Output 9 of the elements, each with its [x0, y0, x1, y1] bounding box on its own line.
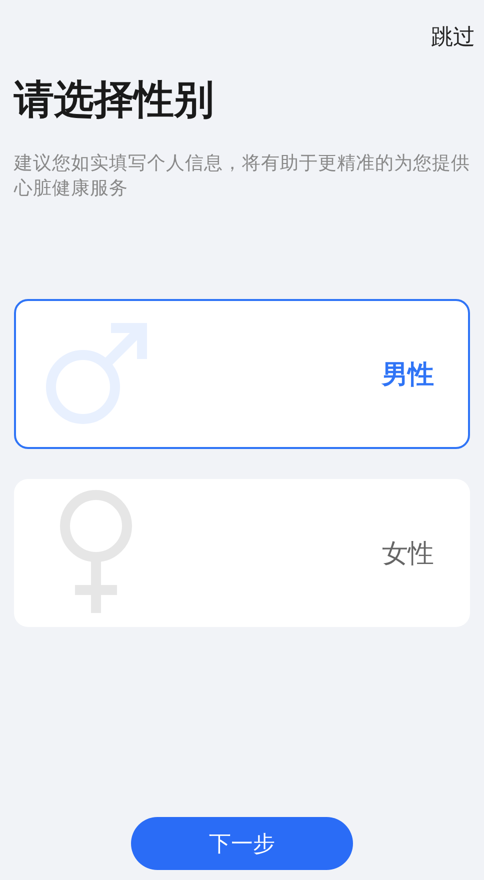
page-title: 请选择性别 [14, 76, 215, 125]
option-label: 女性 [382, 538, 434, 570]
gender-option-card[interactable]: 女性 [14, 479, 470, 627]
skip-button[interactable]: 跳过 [431, 22, 475, 52]
female-symbol-icon [59, 489, 133, 613]
option-label: 男性 [382, 358, 434, 392]
description-text: 建议您如实填写个人信息，将有助于更精准的为您提供心脏健康服务 [14, 152, 470, 201]
next-step-button[interactable]: 下一步 [131, 817, 353, 870]
gender-option-card[interactable]: 男性 [14, 299, 470, 449]
